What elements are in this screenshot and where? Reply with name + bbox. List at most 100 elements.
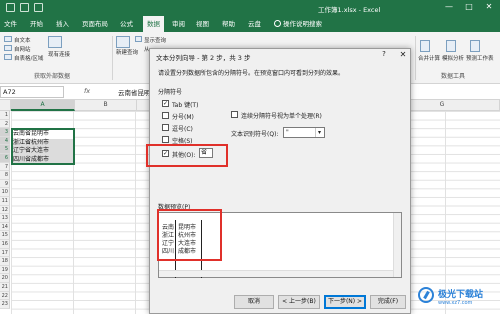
group-label-data-tools: 数据工具: [441, 73, 466, 80]
tab-review[interactable]: 审阅: [172, 16, 185, 32]
consolidate-button[interactable]: 合并计算: [418, 54, 440, 62]
row-header[interactable]: 13: [0, 214, 10, 223]
forecast-sheet-button[interactable]: 预测工作表: [466, 54, 494, 62]
row-header[interactable]: 11: [0, 197, 10, 206]
row-header[interactable]: 6: [0, 154, 10, 163]
tab-home[interactable]: 开始: [30, 16, 43, 32]
connections-icon: [48, 36, 62, 48]
tab-data[interactable]: 数据: [143, 16, 164, 32]
undo-icon[interactable]: [20, 3, 29, 12]
row-header[interactable]: 1: [0, 111, 10, 120]
tab-page-layout[interactable]: 页面布局: [82, 16, 108, 32]
row-header[interactable]: 17: [0, 248, 10, 258]
table-icon: [4, 54, 12, 60]
new-query-button[interactable]: 新建查询: [116, 50, 138, 57]
tab-checkbox[interactable]: ✓: [162, 100, 169, 107]
cancel-button[interactable]: 取消: [234, 295, 274, 309]
row-header[interactable]: 22: [0, 291, 10, 301]
row-header[interactable]: 20: [0, 274, 10, 283]
row-header[interactable]: 7: [0, 162, 10, 172]
ribbon-separator: [112, 36, 113, 80]
save-icon[interactable]: [6, 3, 15, 12]
cell-a-data-2[interactable]: 浙江省杭州市: [12, 138, 74, 148]
title-bar: 工作簿1.xlsx - Excel — □ ✕ 文件 开始 插入 页面布局 公式…: [0, 0, 500, 32]
text-icon: [4, 36, 12, 42]
minimize-button[interactable]: —: [440, 0, 458, 14]
row-header[interactable]: 8: [0, 171, 10, 180]
other-delimiter-input[interactable]: 省: [199, 148, 213, 158]
what-if-icon: [446, 40, 456, 52]
comma-checkbox[interactable]: [162, 124, 169, 131]
dialog-description: 请设置分列数据所包含的分隔符号。在预览窗口内可看到分列的效果。: [158, 70, 345, 77]
tab-cloud[interactable]: 云盘: [248, 16, 261, 32]
watermark: 极光下载站 www.xz7.com: [418, 283, 500, 314]
row-header[interactable]: 5: [0, 145, 10, 154]
tab-view[interactable]: 视图: [196, 16, 209, 32]
watermark-logo-icon: [418, 287, 434, 303]
redo-icon[interactable]: [34, 3, 43, 12]
next-button[interactable]: 下一步(N) >: [324, 295, 366, 309]
row-header[interactable]: 16: [0, 240, 10, 249]
back-button[interactable]: < 上一步(B): [278, 295, 320, 309]
row-header[interactable]: 10: [0, 188, 10, 197]
from-text-button[interactable]: 自文本: [14, 36, 31, 44]
space-checkbox[interactable]: [162, 136, 169, 143]
row-header[interactable]: 19: [0, 265, 10, 275]
column-header-a[interactable]: A: [11, 100, 75, 111]
window-title: 工作簿1.xlsx - Excel: [318, 6, 381, 14]
watermark-title: 极光下载站: [438, 290, 484, 300]
cell-a-data-3[interactable]: 辽宁省大连市: [12, 147, 74, 156]
show-queries-button[interactable]: 显示查询: [144, 36, 166, 44]
cell-a-data-1[interactable]: 云南省昆明市: [12, 130, 74, 139]
row-header[interactable]: 12: [0, 205, 10, 215]
row-header[interactable]: 4: [0, 136, 10, 146]
row-header[interactable]: 23: [0, 300, 10, 309]
quick-access-toolbar: [6, 3, 43, 12]
finish-button[interactable]: 完成(F): [370, 295, 406, 309]
name-box[interactable]: A72: [0, 86, 64, 98]
tab-insert[interactable]: 插入: [56, 16, 69, 32]
preview-row: 四川: [162, 246, 174, 255]
preview-horizontal-scrollbar[interactable]: [159, 270, 393, 277]
merge-icon: [420, 40, 430, 52]
dialog-close-button[interactable]: ✕: [396, 49, 410, 60]
row-header[interactable]: 3: [0, 128, 10, 137]
tab-search[interactable]: 操作说明搜索: [274, 16, 322, 32]
row-header[interactable]: 2: [0, 119, 10, 129]
ribbon-tabs: 文件 开始 插入 页面布局 公式 数据 审阅 视图 帮助 云盘 操作说明搜索: [0, 16, 500, 32]
text-qualifier-select[interactable]: " ▾: [283, 127, 325, 138]
excel-window: 工作簿1.xlsx - Excel — □ ✕ 文件 开始 插入 页面布局 公式…: [0, 0, 500, 314]
dialog-help-button[interactable]: ?: [378, 50, 390, 60]
web-icon: [4, 45, 12, 51]
row-header[interactable]: 18: [0, 257, 10, 266]
row-header[interactable]: 14: [0, 222, 10, 232]
tab-help[interactable]: 帮助: [222, 16, 235, 32]
space-checkbox-label: 空格(S): [172, 138, 193, 145]
tab-file[interactable]: 文件: [4, 16, 17, 32]
consecutive-delimiters-checkbox[interactable]: [231, 111, 238, 118]
delimiter-section-label: 分隔符号: [158, 89, 183, 96]
semicolon-checkbox[interactable]: [162, 112, 169, 119]
existing-connections-button[interactable]: 现有连接: [48, 50, 70, 58]
what-if-button[interactable]: 模拟分析: [442, 54, 464, 62]
row-header[interactable]: 9: [0, 179, 10, 189]
other-checkbox-label: 其他(O):: [172, 152, 196, 159]
watermark-url: www.xz7.com: [438, 300, 473, 306]
select-all-corner[interactable]: [0, 100, 11, 111]
row-header[interactable]: 21: [0, 283, 10, 292]
from-web-button[interactable]: 自网站: [14, 45, 31, 53]
text-qualifier-value: ": [286, 129, 289, 136]
cell-a-data-4[interactable]: 四川省成都市: [12, 155, 74, 165]
function-icon[interactable]: fx: [84, 87, 90, 95]
maximize-button[interactable]: □: [460, 0, 478, 14]
close-window-button[interactable]: ✕: [480, 0, 498, 14]
column-header-b[interactable]: B: [75, 100, 137, 111]
other-checkbox[interactable]: ✓: [162, 150, 169, 157]
row-header[interactable]: 15: [0, 231, 10, 240]
from-table-button[interactable]: 自表格/区域: [14, 54, 43, 62]
consecutive-delimiters-label: 连续分隔符号视为单个处理(R): [241, 113, 322, 120]
text-to-columns-dialog: 文本分列向导 - 第 2 步，共 3 步 ? ✕ 请设置分列数据所包含的分隔符号…: [149, 48, 411, 314]
preview-label: 数据预览(P): [158, 204, 191, 211]
preview-vertical-scrollbar[interactable]: [393, 213, 401, 277]
tab-formulas[interactable]: 公式: [120, 16, 133, 32]
